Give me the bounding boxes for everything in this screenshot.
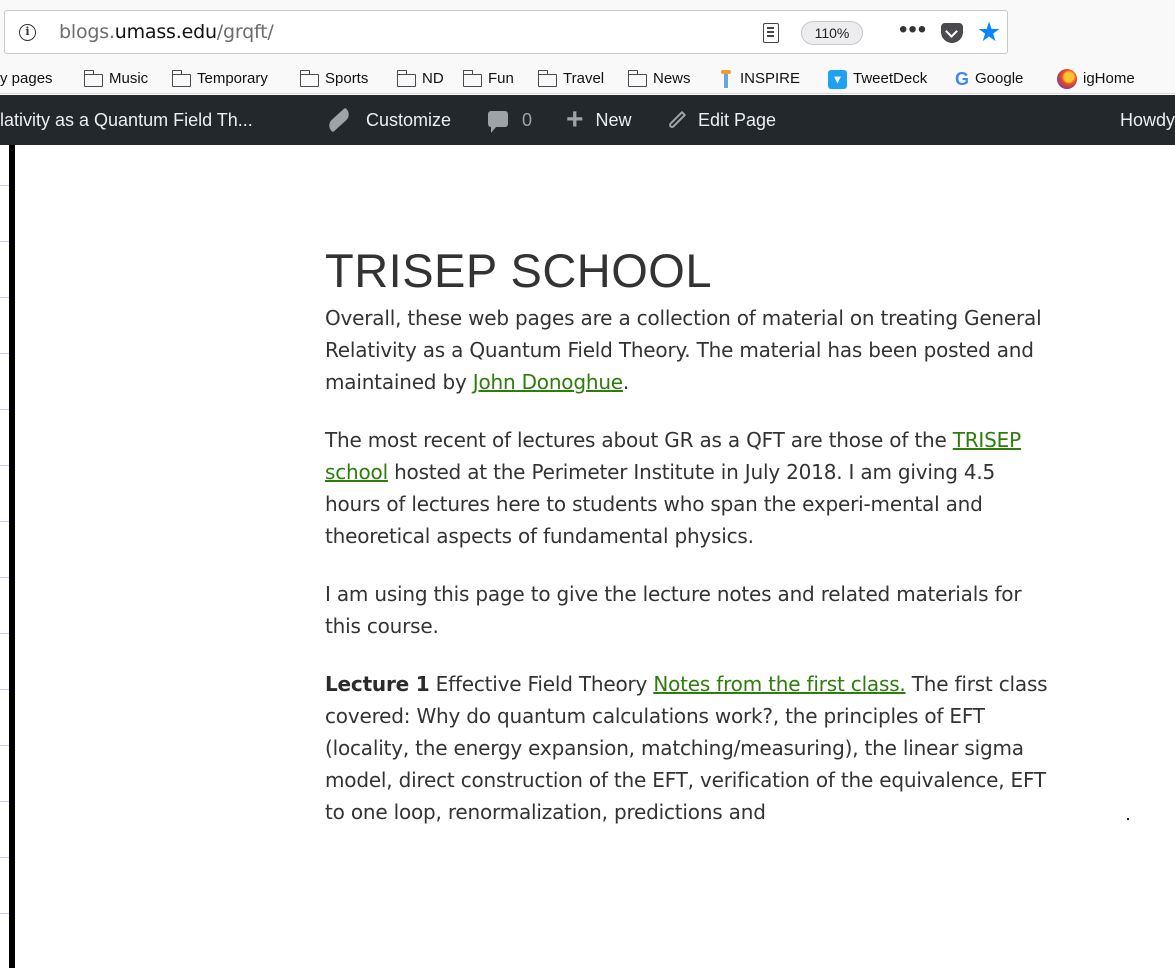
- bookmark-star-icon[interactable]: ★: [977, 14, 1001, 50]
- new-label: New: [595, 110, 632, 130]
- purpose-paragraph: I am using this page to give the lecture…: [325, 582, 1022, 638]
- window-left-edge: [0, 145, 15, 968]
- pocket-icon[interactable]: [941, 23, 963, 43]
- folder-icon: [171, 69, 191, 87]
- site-info-icon[interactable]: i: [19, 24, 36, 41]
- bookmark-label: ND: [422, 70, 444, 87]
- lecture-1-topic: Effective Field Theory: [429, 672, 654, 696]
- bookmark-label: igHome: [1083, 70, 1135, 87]
- folder-icon: [396, 69, 416, 87]
- bookmark-label: INSPIRE: [740, 70, 801, 87]
- site-title-label: lativity as a Quantum Field Th...: [0, 110, 253, 130]
- trisep-paragraph: The most recent of lectures about GR as …: [325, 424, 1055, 552]
- bookmark-label: y pages: [0, 70, 53, 87]
- comment-bubble-icon: [488, 111, 508, 133]
- bookmark-label: Travel: [563, 70, 605, 87]
- browser-toolbar: i blogs.umass.edu/grqft/ 110% ••• ★: [0, 0, 1175, 64]
- comment-count: 0: [522, 110, 533, 130]
- intro-paragraph: Overall, these web pages are a collectio…: [325, 302, 1055, 398]
- trisep-intro-text: The most recent of lectures about GR as …: [325, 428, 953, 452]
- bookmark-inspire[interactable]: INSPIRE: [719, 68, 800, 90]
- trisep-text: hosted at the Perimeter Institute in Jul…: [325, 460, 996, 548]
- bookmark-google[interactable]: G Google: [955, 68, 1023, 90]
- paintbrush-icon: [325, 107, 353, 133]
- ighome-icon: [1057, 69, 1077, 89]
- folder-icon: [83, 69, 103, 87]
- bookmark-nd[interactable]: ND: [396, 68, 444, 90]
- intro-text: Overall, these web pages are a collectio…: [325, 306, 1042, 394]
- page-title: TRISEP SCHOOL: [325, 244, 712, 297]
- stray-dot: [1127, 818, 1129, 820]
- intro-end: .: [622, 370, 630, 394]
- admin-customize[interactable]: Customize: [325, 95, 452, 145]
- bookmark-fun[interactable]: Fun: [462, 68, 514, 90]
- customize-label: Customize: [366, 110, 452, 130]
- bookmark-news[interactable]: News: [627, 68, 691, 90]
- bookmark-temporary[interactable]: Temporary: [171, 68, 268, 90]
- bookmark-label: News: [653, 70, 691, 87]
- bookmark-label: Music: [109, 70, 149, 87]
- plus-icon: +: [566, 103, 584, 136]
- inspire-icon: [719, 70, 733, 88]
- bookmark-tweetdeck[interactable]: ▾ TweetDeck: [828, 68, 927, 90]
- google-icon: G: [955, 69, 970, 89]
- url-bar[interactable]: i blogs.umass.edu/grqft/ 110% ••• ★: [4, 10, 1008, 54]
- folder-icon: [627, 69, 647, 87]
- bookmark-label: Sports: [325, 70, 369, 87]
- lecture-1-notes-link[interactable]: Notes from the first class.: [653, 672, 905, 696]
- lecture-1-paragraph: Lecture 1 Effective Field Theory Notes f…: [325, 668, 1055, 828]
- bookmark-label: Google: [975, 70, 1024, 87]
- howdy-label: Howdy: [1120, 110, 1175, 130]
- admin-site-title[interactable]: lativity as a Quantum Field Th...: [0, 95, 253, 145]
- admin-comments[interactable]: 0: [488, 95, 532, 145]
- url-domain: umass.edu: [114, 21, 217, 43]
- pencil-icon: [667, 110, 687, 130]
- edit-page-label: Edit Page: [698, 110, 777, 130]
- bookmark-music[interactable]: Music: [83, 68, 149, 90]
- bookmarks-toolbar: y pages Music Temporary Sports ND Fun Tr…: [0, 64, 1175, 94]
- bookmark-partial-pages[interactable]: y pages: [0, 68, 53, 90]
- bookmark-label: Temporary: [197, 70, 268, 87]
- bookmark-travel[interactable]: Travel: [537, 68, 605, 90]
- wp-admin-bar: lativity as a Quantum Field Th... Custom…: [0, 95, 1175, 145]
- admin-howdy[interactable]: Howdy: [1120, 95, 1175, 145]
- admin-new[interactable]: + New: [566, 95, 632, 145]
- reader-view-icon[interactable]: [763, 23, 779, 43]
- admin-edit-page[interactable]: Edit Page: [667, 95, 777, 145]
- author-link[interactable]: John Donoghue: [473, 370, 623, 394]
- bookmark-sports[interactable]: Sports: [299, 68, 369, 90]
- bookmark-label: TweetDeck: [853, 70, 928, 87]
- tweetdeck-icon: ▾: [828, 69, 847, 89]
- lecture-1-label: Lecture 1: [325, 672, 430, 696]
- zoom-level-badge[interactable]: 110%: [801, 21, 863, 45]
- page-actions-more-icon[interactable]: •••: [899, 13, 927, 47]
- url-prefix: blogs.: [59, 21, 115, 43]
- page-content: TRISEP SCHOOL Overall, these web pages a…: [325, 240, 1075, 828]
- bookmark-label: Fun: [488, 70, 514, 87]
- url-path: /grqft/: [216, 21, 274, 43]
- folder-icon: [537, 69, 557, 87]
- folder-icon: [299, 69, 319, 87]
- bookmark-ighome[interactable]: igHome: [1057, 68, 1135, 90]
- url-text[interactable]: blogs.umass.edu/grqft/: [59, 21, 274, 43]
- folder-icon: [462, 69, 482, 87]
